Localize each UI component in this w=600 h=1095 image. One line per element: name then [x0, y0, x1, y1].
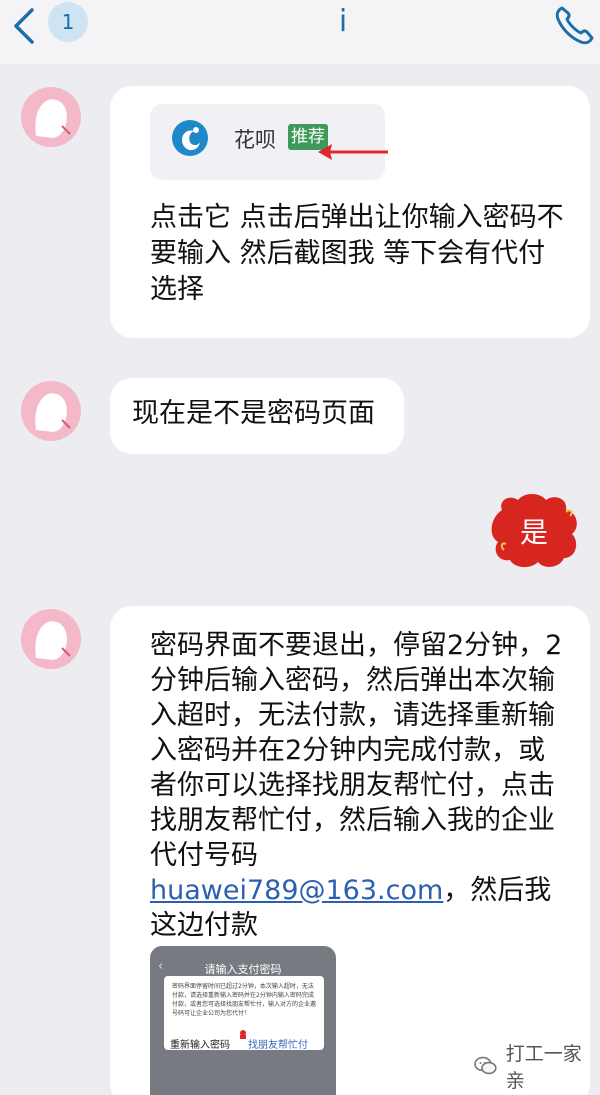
inner-timeout-dialog: 密码界面停留时间已超过2分钟，本次输入超时，无法付款，请选择重新输入密码并在2分… — [164, 976, 324, 1051]
message-text: 点击它 点击后弹出让你输入密码不要输入 然后截图我 等下会有代付选择 — [150, 202, 564, 305]
phone-call-icon[interactable] — [552, 2, 598, 48]
contact-name: i — [338, 4, 348, 39]
inner-retry-button: 重新输入密码 — [170, 1040, 230, 1051]
wechat-logo-icon — [474, 1056, 497, 1075]
message-text: 现在是不是密码页面 — [132, 398, 375, 429]
message-text: 密码界面不要退出，停留2分钟，2分钟后输入密码，然后弹出本次输入超时，无法付款，… — [150, 628, 570, 943]
watermark-text: 打工一家亲 — [505, 1043, 582, 1092]
sent-message-bubble[interactable]: 是 — [488, 490, 580, 572]
embedded-screenshot[interactable]: ‹ 请输入支付密码 密码界面停留时间已超过2分钟，本次输入超时，无法付款，请选择… — [150, 946, 336, 1095]
watermark: 打工一家亲 — [474, 1043, 600, 1092]
message-text: 是 — [519, 516, 548, 549]
message-bubble[interactable]: 密码界面不要退出，停留2分钟，2分钟后输入密码，然后弹出本次输入超时，无法付款，… — [110, 606, 590, 1095]
inner-friend-pay-icon — [240, 1030, 246, 1039]
email-link[interactable]: huawei789@163.com — [150, 875, 443, 906]
huabei-logo-icon — [172, 120, 208, 156]
message-text-part: 密码界面不要退出，停留2分钟，2分钟后输入密码，然后弹出本次输入超时，无法付款，… — [150, 630, 563, 871]
message-bubble[interactable]: 花呗 推荐 点击它 点击后弹出让你输入密码不要输入 然后截图我 等下会有代付选择 — [110, 86, 590, 338]
contact-avatar[interactable] — [20, 86, 82, 148]
message-bubble[interactable]: 现在是不是密码页面 — [110, 378, 404, 454]
inner-dialog-text: 密码界面停留时间已超过2分钟，本次输入超时，无法付款，请选择重新输入密码并在2分… — [172, 983, 317, 1017]
chat-header: 1 i — [0, 0, 600, 64]
contact-avatar[interactable] — [20, 608, 82, 670]
red-arrow-annotation — [318, 144, 388, 160]
app-name: 花呗 — [234, 128, 276, 152]
contact-avatar[interactable] — [20, 380, 82, 442]
inner-friend-pay-button: 找朋友帮忙付 — [248, 1040, 308, 1051]
